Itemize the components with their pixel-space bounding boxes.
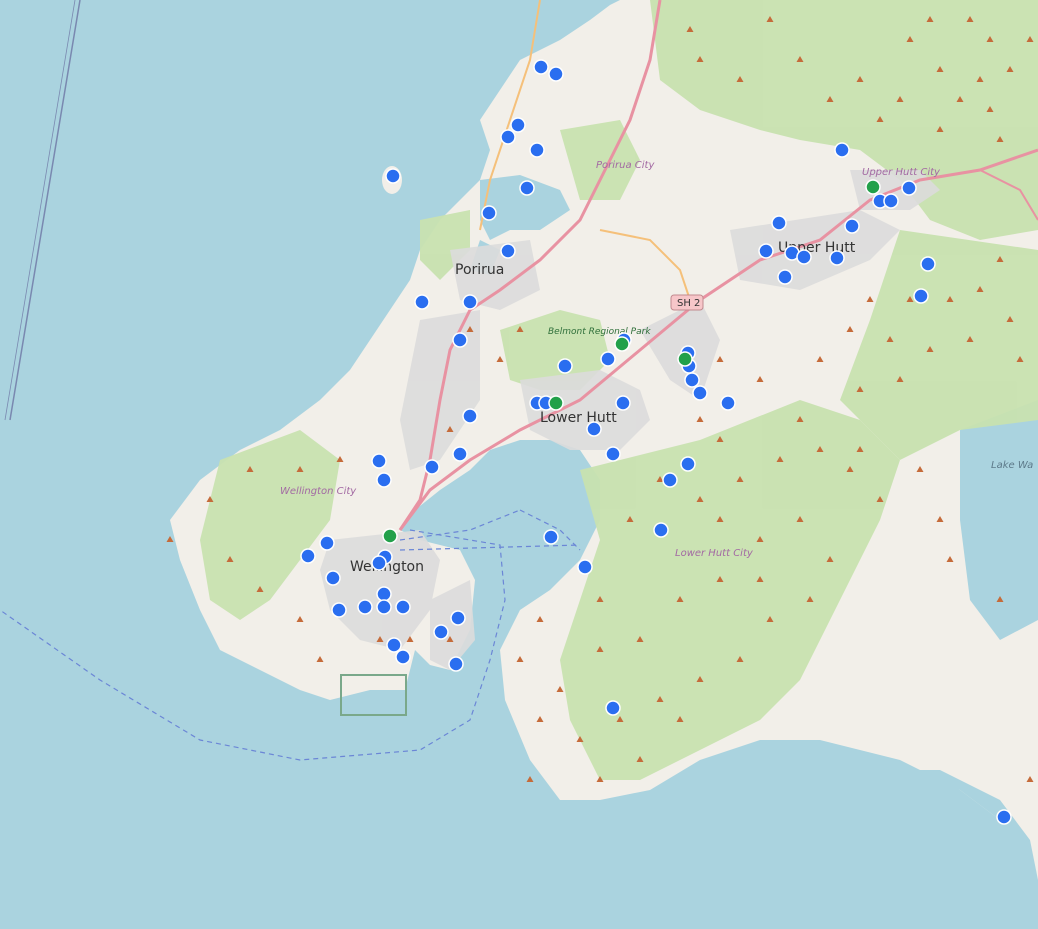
blue-marker[interactable] (653, 522, 669, 538)
blue-marker[interactable] (300, 548, 316, 564)
blue-marker[interactable] (386, 637, 402, 653)
label-lower-hutt: Lower Hutt (540, 410, 617, 426)
blue-marker[interactable] (883, 193, 899, 209)
blue-marker[interactable] (920, 256, 936, 272)
blue-marker[interactable] (557, 358, 573, 374)
blue-marker[interactable] (376, 599, 392, 615)
blue-marker[interactable] (586, 421, 602, 437)
blue-marker[interactable] (777, 269, 793, 285)
blue-marker[interactable] (996, 809, 1012, 825)
blue-marker[interactable] (692, 385, 708, 401)
green-marker[interactable] (548, 395, 564, 411)
blue-marker[interactable] (395, 649, 411, 665)
label-porirua-city: Porirua City (596, 160, 655, 171)
blue-marker[interactable] (462, 408, 478, 424)
green-marker[interactable] (614, 336, 630, 352)
blue-marker[interactable] (796, 249, 812, 265)
blue-marker[interactable] (325, 570, 341, 586)
blue-marker[interactable] (452, 332, 468, 348)
blue-marker[interactable] (829, 250, 845, 266)
blue-marker[interactable] (371, 555, 387, 571)
blue-marker[interactable] (680, 456, 696, 472)
blue-marker[interactable] (462, 294, 478, 310)
blue-marker[interactable] (758, 243, 774, 259)
blue-marker[interactable] (357, 599, 373, 615)
blue-marker[interactable] (913, 288, 929, 304)
blue-marker[interactable] (452, 446, 468, 462)
label-wellington-city: Wellington City (280, 486, 357, 497)
label-lake: Lake Wa (991, 460, 1033, 471)
blue-marker[interactable] (448, 656, 464, 672)
blue-marker[interactable] (533, 59, 549, 75)
blue-marker[interactable] (385, 168, 401, 184)
blue-marker[interactable] (433, 624, 449, 640)
green-marker[interactable] (382, 528, 398, 544)
green-marker[interactable] (865, 179, 881, 195)
blue-marker[interactable] (548, 66, 564, 82)
label-porirua: Porirua (455, 262, 504, 278)
blue-marker[interactable] (605, 700, 621, 716)
blue-marker[interactable] (529, 142, 545, 158)
blue-marker[interactable] (519, 180, 535, 196)
blue-marker[interactable] (615, 395, 631, 411)
blue-marker[interactable] (395, 599, 411, 615)
svg-text:SH 2: SH 2 (677, 298, 700, 309)
blue-marker[interactable] (376, 472, 392, 488)
blue-marker[interactable] (543, 529, 559, 545)
blue-marker[interactable] (450, 610, 466, 626)
blue-marker[interactable] (684, 372, 700, 388)
blue-marker[interactable] (771, 215, 787, 231)
blue-marker[interactable] (510, 117, 526, 133)
road-shield-sh2: SH 2 (670, 294, 704, 311)
blue-marker[interactable] (500, 243, 516, 259)
label-upper-hutt-city: Upper Hutt City (862, 167, 941, 178)
blue-marker[interactable] (600, 351, 616, 367)
blue-marker[interactable] (901, 180, 917, 196)
blue-marker[interactable] (844, 218, 860, 234)
blue-marker[interactable] (662, 472, 678, 488)
blue-marker[interactable] (481, 205, 497, 221)
blue-marker[interactable] (414, 294, 430, 310)
blue-marker[interactable] (500, 129, 516, 145)
blue-marker[interactable] (720, 395, 736, 411)
blue-marker[interactable] (331, 602, 347, 618)
blue-marker[interactable] (577, 559, 593, 575)
blue-marker[interactable] (371, 453, 387, 469)
blue-marker[interactable] (319, 535, 335, 551)
blue-marker[interactable] (605, 446, 621, 462)
label-lower-hutt-city: Lower Hutt City (675, 548, 754, 559)
green-marker[interactable] (677, 351, 693, 367)
blue-marker[interactable] (834, 142, 850, 158)
label-belmont-park: Belmont Regional Park (548, 327, 651, 337)
blue-marker[interactable] (424, 459, 440, 475)
blue-marker[interactable] (376, 586, 392, 602)
map-canvas[interactable]: Porirua Porirua City Upper Hutt Upper Hu… (0, 0, 1038, 929)
